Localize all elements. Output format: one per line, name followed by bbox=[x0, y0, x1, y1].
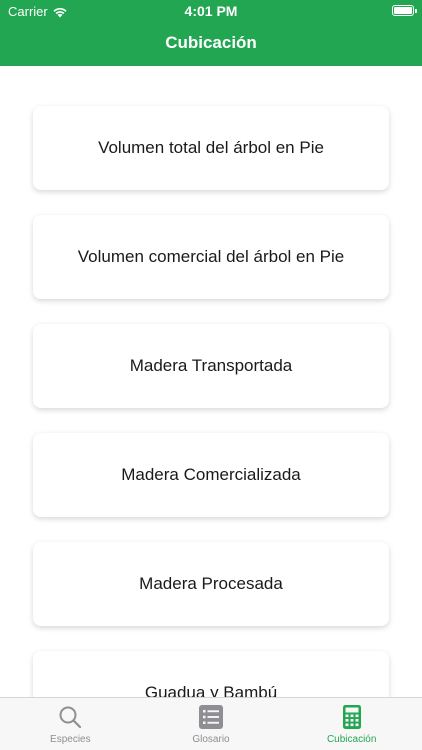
status-bar: Carrier 4:01 PM bbox=[0, 0, 422, 22]
tab-label: Cubicación bbox=[326, 734, 377, 745]
tab-label: Glosario bbox=[192, 734, 230, 745]
battery-icon bbox=[392, 5, 417, 16]
menu-item-volumen-total[interactable]: Volumen total del árbol en Pie bbox=[33, 106, 389, 190]
menu-item-guadua-bambu[interactable]: Guadua y Bambú bbox=[33, 651, 389, 698]
menu-item-label: Madera Comercializada bbox=[121, 465, 301, 484]
menu-item-label: Madera Procesada bbox=[139, 574, 283, 593]
menu-item-madera-comercializada[interactable]: Madera Comercializada bbox=[33, 433, 389, 517]
tab-glosario[interactable]: Glosario bbox=[141, 698, 282, 750]
tab-especies[interactable]: Especies bbox=[0, 698, 141, 750]
list-icon bbox=[199, 705, 223, 729]
search-icon bbox=[59, 706, 82, 729]
menu-list: Volumen total del árbol en Pie Volumen c… bbox=[0, 66, 422, 698]
menu-item-label: Guadua y Bambú bbox=[144, 683, 278, 698]
tab-label: Especies bbox=[50, 734, 91, 745]
menu-item-label: Volumen total del árbol en Pie bbox=[98, 138, 324, 157]
tab-bar: Especies Glosario Cubicación bbox=[0, 697, 422, 750]
screen: Carrier 4:01 PM Cubicación Volumen total… bbox=[0, 0, 422, 750]
menu-item-madera-transportada[interactable]: Madera Transportada bbox=[33, 324, 389, 408]
menu-item-label: Volumen comercial del árbol en Pie bbox=[77, 247, 345, 266]
status-time: 4:01 PM bbox=[184, 3, 238, 19]
calculator-icon bbox=[342, 705, 361, 729]
menu-item-volumen-comercial[interactable]: Volumen comercial del árbol en Pie bbox=[33, 215, 389, 299]
menu-item-label: Madera Transportada bbox=[129, 356, 293, 375]
tab-cubicacion[interactable]: Cubicación bbox=[281, 698, 422, 750]
header: Carrier 4:01 PM Cubicación bbox=[0, 0, 422, 66]
page-title: Cubicación bbox=[165, 33, 257, 52]
menu-item-madera-procesada[interactable]: Madera Procesada bbox=[33, 542, 389, 626]
